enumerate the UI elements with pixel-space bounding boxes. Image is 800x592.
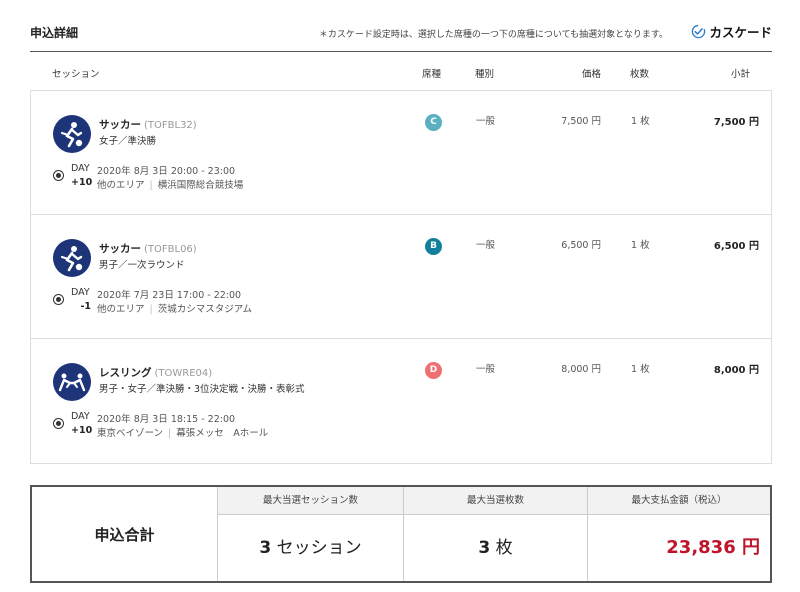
page-title: 申込詳細 [30, 26, 79, 40]
header-divider [30, 51, 772, 52]
day-offset: -1 [80, 301, 91, 312]
sport-label: サッカー [99, 243, 141, 255]
ticket-category: 一般 [476, 364, 496, 375]
ticket-category: 一般 [476, 116, 496, 127]
sport-name: サッカー (TOFBL32) [99, 117, 197, 132]
ticket-qty: 1 枚 [631, 240, 650, 251]
football-icon [53, 115, 91, 153]
session-datetime: 2020年 7月 23日 17:00 - 22:00 [97, 290, 242, 301]
summary-sessions-unit: セッション [276, 538, 362, 558]
cascade-note: ＊カスケード設定時は、選択した席種の一つ下の席種についても抽選対象となります。 [318, 30, 668, 40]
radio-icon[interactable] [53, 170, 64, 181]
sport-name: サッカー (TOFBL06) [99, 241, 197, 256]
cascade-text: カスケード [709, 25, 772, 40]
application-summary: 申込合計 最大当選セッション数 3 セッション 最大当選枚数 3 枚 最大支払金… [30, 485, 772, 583]
summary-amount-value: 23,836 円 [666, 537, 760, 558]
session-venue: 他のエリア | 横浜国際総合競技場 [97, 180, 244, 191]
event-name: 女子／準決勝 [99, 136, 157, 147]
summary-tickets-num: 3 [478, 538, 491, 558]
session-row: レスリング (TOWRE04) 男子・女子／準決勝・3位決定戦・決勝・表彰式 DA… [31, 339, 771, 463]
session-code: (TOFBL32) [144, 120, 197, 131]
ticket-price: 7,500 円 [561, 116, 601, 127]
ticket-qty: 1 枚 [631, 364, 650, 375]
summary-amount: 最大支払金額（税込） 23,836 円 [588, 487, 770, 581]
ticket-qty: 1 枚 [631, 116, 650, 127]
seat-badge: C [425, 114, 442, 131]
col-subtotal: 小計 [730, 69, 750, 80]
session-venue: 他のエリア | 茨城カシマスタジアム [97, 304, 253, 315]
session-datetime: 2020年 8月 3日 18:15 - 22:00 [97, 414, 236, 425]
sport-label: レスリング [99, 367, 152, 379]
ticket-price: 8,000 円 [561, 364, 601, 375]
venue-name: 幕張メッセ Aホール [176, 428, 269, 439]
ticket-price: 6,500 円 [561, 240, 601, 251]
summary-sessions-head: 最大当選セッション数 [218, 487, 403, 515]
day-label: DAY [71, 163, 90, 174]
col-category: 種別 [475, 69, 495, 80]
day-label: DAY [71, 287, 90, 298]
session-list: サッカー (TOFBL32) 女子／準決勝 DAY +10 2020年 8月 3日… [30, 91, 772, 464]
session-venue: 東京ベイゾーン | 幕張メッセ Aホール [97, 428, 269, 439]
ticket-category: 一般 [476, 240, 496, 251]
venue-name: 茨城カシマスタジアム [157, 304, 253, 315]
detail-header: 申込詳細 ＊カスケード設定時は、選択した席種の一つ下の席種についても抽選対象とな… [30, 22, 772, 52]
seat-badge: B [425, 238, 442, 255]
event-name: 男子・女子／準決勝・3位決定戦・決勝・表彰式 [99, 384, 305, 395]
venue-name: 横浜国際総合競技場 [157, 180, 244, 191]
summary-tickets: 最大当選枚数 3 枚 [404, 487, 588, 581]
seat-badge: D [425, 362, 442, 379]
summary-sessions: 最大当選セッション数 3 セッション [218, 487, 404, 581]
summary-sessions-num: 3 [259, 538, 272, 558]
wrestling-icon [53, 363, 91, 401]
col-session: セッション [52, 69, 100, 80]
col-seat: 席種 [422, 69, 442, 80]
summary-label: 申込合計 [32, 487, 218, 581]
football-icon [53, 239, 91, 277]
col-qty: 枚数 [630, 69, 650, 80]
sport-label: サッカー [99, 119, 141, 131]
row-subtotal: 7,500 円 [713, 117, 759, 128]
column-headers: セッション 席種 種別 価格 枚数 小計 [30, 58, 772, 88]
summary-tickets-unit: 枚 [495, 538, 513, 558]
day-offset: +10 [71, 177, 93, 188]
summary-tickets-head: 最大当選枚数 [404, 487, 587, 515]
summary-tickets-value: 3 枚 [404, 515, 587, 581]
sport-name: レスリング (TOWRE04) [99, 365, 212, 380]
cascade-label: カスケード [691, 22, 772, 41]
day-offset: +10 [71, 425, 93, 436]
row-subtotal: 8,000 円 [713, 365, 759, 376]
area-name: 東京ベイゾーン [97, 428, 164, 439]
cascade-check-icon [692, 24, 706, 39]
session-code: (TOFBL06) [144, 244, 197, 255]
day-label: DAY [71, 411, 90, 422]
session-row: サッカー (TOFBL06) 男子／一次ラウンド DAY -1 2020年 7月 … [31, 215, 771, 339]
session-datetime: 2020年 8月 3日 20:00 - 23:00 [97, 166, 236, 177]
area-name: 他のエリア [97, 304, 145, 315]
col-price: 価格 [582, 69, 602, 80]
radio-icon[interactable] [53, 294, 64, 305]
area-name: 他のエリア [97, 180, 145, 191]
session-code: (TOWRE04) [154, 368, 213, 379]
row-subtotal: 6,500 円 [713, 241, 759, 252]
summary-sessions-value: 3 セッション [218, 515, 403, 581]
event-name: 男子／一次ラウンド [99, 260, 185, 271]
summary-amount-head: 最大支払金額（税込） [588, 487, 770, 515]
radio-icon[interactable] [53, 418, 64, 429]
session-row: サッカー (TOFBL32) 女子／準決勝 DAY +10 2020年 8月 3日… [31, 91, 771, 215]
